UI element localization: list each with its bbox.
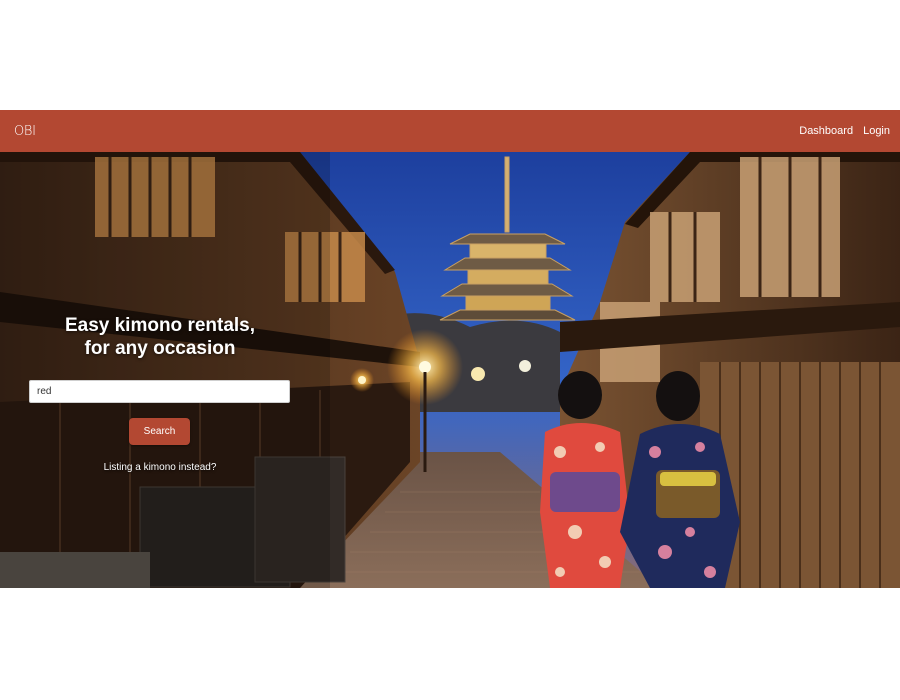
logo[interactable]: OBI	[14, 124, 36, 139]
listing-kimono-link[interactable]: Listing a kimono instead?	[30, 462, 290, 473]
search-input[interactable]	[29, 380, 290, 403]
hero-background-image	[0, 152, 900, 588]
navbar: OBI Dashboard Login	[0, 110, 900, 152]
nav-link-dashboard[interactable]: Dashboard	[799, 125, 853, 137]
nav-links: Dashboard Login	[799, 125, 890, 137]
hero-title-line-2: for any occasion	[84, 338, 236, 359]
hero-title-line-1: Easy kimono rentals,	[64, 315, 256, 336]
hero-title: Easy kimono rentals, for any occasion	[30, 314, 290, 360]
search-button[interactable]: Search	[129, 418, 190, 445]
nav-link-login[interactable]: Login	[863, 125, 890, 137]
hero-section: Easy kimono rentals, for any occasion Se…	[0, 152, 900, 588]
